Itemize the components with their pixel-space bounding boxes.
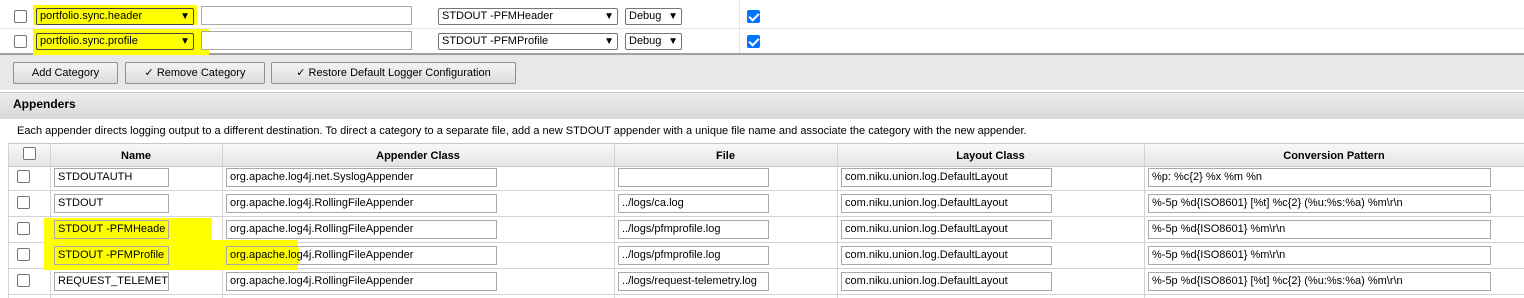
appender-class-input[interactable]: org.apache.log4j.RollingFileAppender (226, 246, 497, 265)
category-row-checkbox[interactable] (14, 35, 27, 48)
column-header-appender-class[interactable]: Appender Class (222, 146, 614, 166)
select-all-checkbox[interactable] (23, 147, 36, 160)
appender-class-input[interactable]: org.apache.log4j.RollingFileAppender (226, 220, 497, 239)
appender-row-checkbox[interactable] (17, 248, 30, 261)
check-icon: ✓ (144, 67, 154, 79)
restore-default-button[interactable]: ✓ Restore Default Logger Configuration (271, 62, 516, 84)
category-appender-select[interactable]: STDOUT -PFMProfile ▼ (438, 33, 618, 50)
category-level-select[interactable]: Debug ▼ (625, 8, 682, 25)
appender-name-input[interactable]: STDOUTAUTH (54, 168, 169, 187)
category-name-select[interactable]: portfolio.sync.profile ▼ (36, 33, 194, 50)
layout-class-input[interactable]: com.niku.union.log.DefaultLayout (841, 272, 1052, 291)
appender-file-input[interactable]: ../logs/request-telemetry.log (618, 272, 769, 291)
restore-default-label: Restore Default Logger Configuration (308, 67, 491, 79)
chevron-down-icon: ▼ (668, 36, 678, 47)
category-row-checkbox[interactable] (14, 10, 27, 23)
category-name-value: portfolio.sync.header (40, 10, 143, 22)
layout-class-input[interactable]: com.niku.union.log.DefaultLayout (841, 246, 1052, 265)
appender-file-input[interactable]: ../logs/pfmprofile.log (618, 220, 769, 239)
appender-file-input[interactable]: ../logs/pfmprofile.log (618, 246, 769, 265)
appender-row-checkbox[interactable] (17, 222, 30, 235)
appender-row-checkbox[interactable] (17, 274, 30, 287)
chevron-down-icon: ▼ (668, 11, 678, 22)
conversion-pattern-input[interactable]: %-5p %d{ISO8601} [%t] %c{2} (%u:%s:%a) %… (1148, 272, 1491, 291)
category-appender-value: STDOUT -PFMProfile (442, 35, 549, 47)
conversion-pattern-input[interactable]: %-5p %d{ISO8601} [%t] %c{2} (%u:%s:%a) %… (1148, 194, 1491, 213)
appenders-description: Each appender directs logging output to … (17, 125, 1027, 137)
category-name-value: portfolio.sync.profile (40, 35, 138, 47)
category-appender-select[interactable]: STDOUT -PFMHeader ▼ (438, 8, 618, 25)
chevron-down-icon: ▼ (604, 36, 614, 47)
appenders-section-header (0, 92, 1524, 119)
appender-file-input[interactable]: ../logs/ca.log (618, 194, 769, 213)
appender-class-input[interactable]: org.apache.log4j.RollingFileAppender (226, 194, 497, 213)
appender-name-input[interactable]: REQUEST_TELEMET (54, 272, 169, 291)
chevron-down-icon: ▼ (180, 36, 190, 47)
layout-class-input[interactable]: com.niku.union.log.DefaultLayout (841, 168, 1052, 187)
conversion-pattern-input[interactable]: %-5p %d{ISO8601} %m\r\n (1148, 246, 1491, 265)
appender-name-input[interactable]: STDOUT -PFMHeade (54, 220, 169, 239)
remove-category-button[interactable]: ✓ Remove Category (125, 62, 265, 84)
conversion-pattern-input[interactable]: %-5p %d{ISO8601} %m\r\n (1148, 220, 1491, 239)
add-category-button[interactable]: Add Category (13, 62, 118, 84)
appender-row-checkbox[interactable] (17, 196, 30, 209)
column-header-name[interactable]: Name (50, 146, 222, 166)
category-extra-input[interactable] (201, 31, 412, 50)
category-level-value: Debug (629, 35, 662, 47)
category-appender-value: STDOUT -PFMHeader (442, 10, 554, 22)
check-icon: ✓ (296, 67, 306, 79)
appender-file-input[interactable] (618, 168, 769, 187)
category-extra-input[interactable] (201, 6, 412, 25)
appender-row-checkbox[interactable] (17, 170, 30, 183)
column-header-layout-class[interactable]: Layout Class (837, 146, 1144, 166)
appender-class-input[interactable]: org.apache.log4j.RollingFileAppender (226, 272, 497, 291)
column-header-conversion-pattern[interactable]: Conversion Pattern (1144, 146, 1524, 166)
remove-category-label: Remove Category (156, 67, 246, 79)
appender-name-input[interactable]: STDOUT (54, 194, 169, 213)
category-enabled-checkbox[interactable] (747, 10, 760, 23)
chevron-down-icon: ▼ (604, 11, 614, 22)
category-enabled-checkbox[interactable] (747, 35, 760, 48)
chevron-down-icon: ▼ (180, 11, 190, 22)
conversion-pattern-input[interactable]: %p: %c{2} %x %m %n (1148, 168, 1491, 187)
category-name-select[interactable]: portfolio.sync.header ▼ (36, 8, 194, 25)
category-level-select[interactable]: Debug ▼ (625, 33, 682, 50)
layout-class-input[interactable]: com.niku.union.log.DefaultLayout (841, 220, 1052, 239)
layout-class-input[interactable]: com.niku.union.log.DefaultLayout (841, 194, 1052, 213)
appender-class-input[interactable]: org.apache.log4j.net.SyslogAppender (226, 168, 497, 187)
column-header-file[interactable]: File (614, 146, 837, 166)
category-level-value: Debug (629, 10, 662, 22)
appender-name-input[interactable]: STDOUT -PFMProfile (54, 246, 169, 265)
appenders-title: Appenders (13, 97, 76, 111)
